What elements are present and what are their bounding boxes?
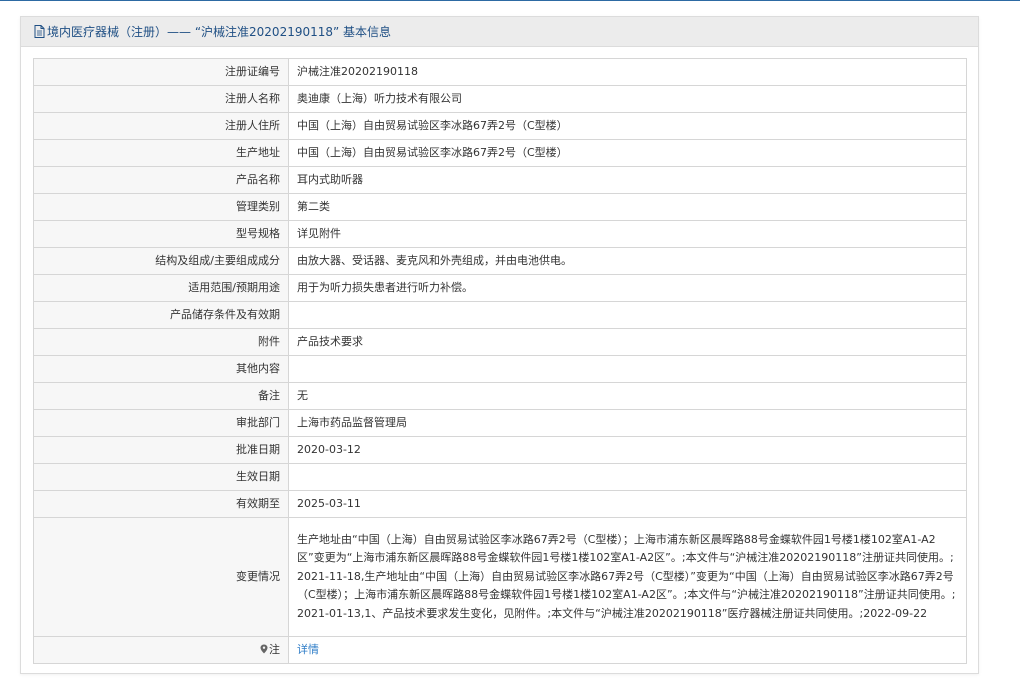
row-value: 第二类: [288, 193, 967, 221]
row-label: 生产地址: [33, 139, 289, 167]
table-row: 管理类别 第二类: [33, 193, 967, 221]
row-value: 耳内式助听器: [288, 166, 967, 194]
table-row: 有效期至 2025-03-11: [33, 490, 967, 518]
table-row: 其他内容: [33, 355, 967, 383]
table-row: 生产地址 中国（上海）自由贸易试验区李冰路67弄2号（C型楼）: [33, 139, 967, 167]
row-label: 生效日期: [33, 463, 289, 491]
location-pin-icon: [260, 644, 268, 654]
row-value: 2025-03-11: [288, 490, 967, 518]
table-row: 注册人住所 中国（上海）自由贸易试验区李冰路67弄2号（C型楼）: [33, 112, 967, 140]
document-icon: [34, 25, 45, 38]
details-link[interactable]: 详情: [297, 643, 319, 656]
row-value: 产品技术要求: [288, 328, 967, 356]
table-row: 注册人名称 奥迪康（上海）听力技术有限公司: [33, 85, 967, 113]
row-label: 批准日期: [33, 436, 289, 464]
row-value: [288, 355, 967, 383]
note-label-cell: 注: [33, 636, 289, 664]
row-value: 上海市药品监督管理局: [288, 409, 967, 437]
row-label: 注册证编号: [33, 58, 289, 86]
row-value: 中国（上海）自由贸易试验区李冰路67弄2号（C型楼）: [288, 112, 967, 140]
panel-title: 境内医疗器械（注册）—— “沪械注准20202190118” 基本信息: [47, 25, 392, 39]
row-label: 产品名称: [33, 166, 289, 194]
panel-header: 境内医疗器械（注册）—— “沪械注准20202190118” 基本信息: [21, 17, 978, 47]
row-value: [288, 301, 967, 329]
info-panel: 境内医疗器械（注册）—— “沪械注准20202190118” 基本信息 注册证编…: [20, 16, 979, 674]
row-label: 适用范围/预期用途: [33, 274, 289, 302]
changes-label: 变更情况: [33, 517, 289, 637]
row-label: 注册人住所: [33, 112, 289, 140]
top-rule: [0, 0, 1020, 1]
row-value: 奥迪康（上海）听力技术有限公司: [288, 85, 967, 113]
table-row: 结构及组成/主要组成成分 由放大器、受话器、麦克风和外壳组成，并由电池供电。: [33, 247, 967, 275]
row-label: 有效期至: [33, 490, 289, 518]
changes-value: 生产地址由“中国（上海）自由贸易试验区李冰路67弄2号（C型楼）；上海市浦东新区…: [288, 517, 967, 637]
note-value-cell: 详情: [288, 636, 967, 664]
row-label: 结构及组成/主要组成成分: [33, 247, 289, 275]
table-row: 产品名称 耳内式助听器: [33, 166, 967, 194]
row-label: 备注: [33, 382, 289, 410]
info-table: 注册证编号 沪械注准20202190118 注册人名称 奥迪康（上海）听力技术有…: [33, 58, 967, 664]
table-row: 注册证编号 沪械注准20202190118: [33, 58, 967, 86]
table-row: 备注 无: [33, 382, 967, 410]
table-row: 型号规格 详见附件: [33, 220, 967, 248]
table-row: 批准日期 2020-03-12: [33, 436, 967, 464]
table-row: 产品储存条件及有效期: [33, 301, 967, 329]
table-row: 附件 产品技术要求: [33, 328, 967, 356]
row-label: 其他内容: [33, 355, 289, 383]
row-label: 附件: [33, 328, 289, 356]
table-row-changes: 变更情况 生产地址由“中国（上海）自由贸易试验区李冰路67弄2号（C型楼）；上海…: [33, 517, 967, 637]
table-row: 审批部门 上海市药品监督管理局: [33, 409, 967, 437]
row-value: 沪械注准20202190118: [288, 58, 967, 86]
row-label: 产品储存条件及有效期: [33, 301, 289, 329]
table-row: 适用范围/预期用途 用于为听力损失患者进行听力补偿。: [33, 274, 967, 302]
row-value: 中国（上海）自由贸易试验区李冰路67弄2号（C型楼）: [288, 139, 967, 167]
row-value: 用于为听力损失患者进行听力补偿。: [288, 274, 967, 302]
table-row-note: 注 详情: [33, 636, 967, 664]
row-value: 详见附件: [288, 220, 967, 248]
row-value: [288, 463, 967, 491]
row-value: 无: [288, 382, 967, 410]
table-row: 生效日期: [33, 463, 967, 491]
row-value: 由放大器、受话器、麦克风和外壳组成，并由电池供电。: [288, 247, 967, 275]
row-label: 审批部门: [33, 409, 289, 437]
row-label: 注册人名称: [33, 85, 289, 113]
row-value: 2020-03-12: [288, 436, 967, 464]
note-label: 注: [269, 643, 280, 656]
row-label: 管理类别: [33, 193, 289, 221]
row-label: 型号规格: [33, 220, 289, 248]
